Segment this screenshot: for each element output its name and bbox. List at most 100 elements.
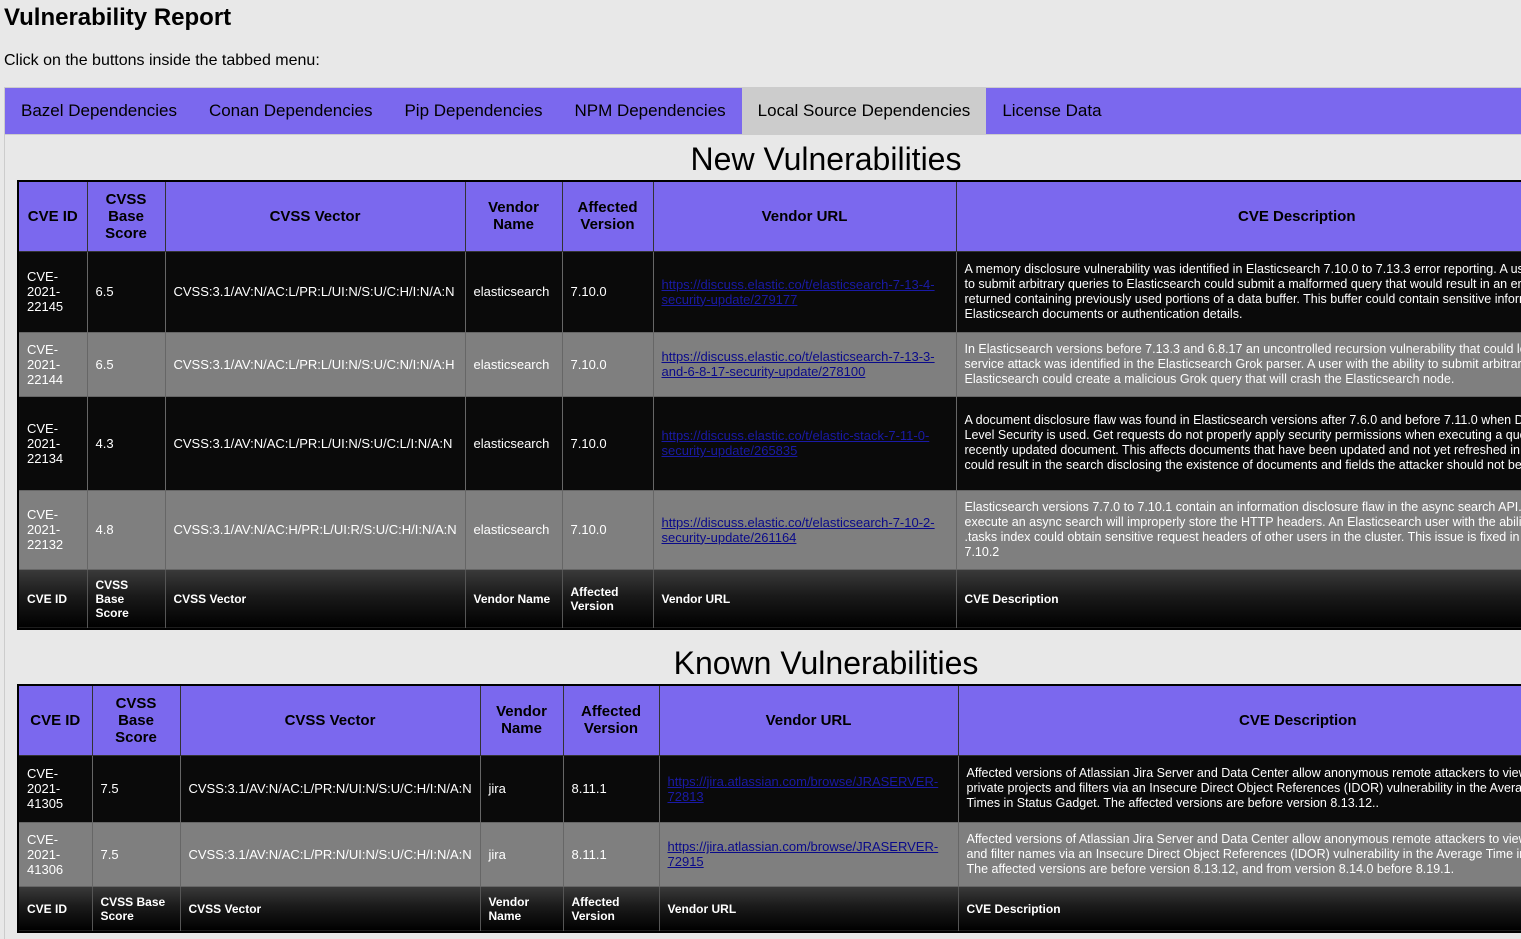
tab-local-source-dependencies[interactable]: Local Source Dependencies [741, 88, 987, 134]
col-header-cvss-vector[interactable]: CVSS Vector [179, 684, 481, 756]
col-footer-affected-version: Affected Version [561, 568, 654, 630]
col-header-cvss-score[interactable]: CVSS Base Score [91, 684, 181, 756]
tab-bar: Bazel Dependencies Conan Dependencies Pi… [4, 87, 1521, 135]
vendor-url-link[interactable]: https://discuss.elastic.co/t/elasticsear… [662, 515, 935, 545]
col-footer-vendor-name: Vendor Name [464, 568, 563, 630]
cvss-vector-cell: CVSS:3.1/AV:N/AC:L/PR:N/UI:N/S:U/C:H/I:N… [179, 821, 481, 887]
affected-version-cell: 7.10.0 [561, 331, 654, 397]
cve-description-text: In Elasticsearch versions before 7.13.3 … [964, 341, 1521, 386]
table-header-row: CVE ID CVSS Base Score CVSS Vector Vendo… [17, 180, 1521, 252]
page-title: Vulnerability Report [4, 4, 232, 31]
cvss-vector-cell: CVSS:3.1/AV:N/AC:L/PR:L/UI:N/S:U/C:H/I:N… [164, 250, 466, 333]
cvss-score-cell: 7.5 [91, 821, 181, 887]
table-row: CVE-2021-22144 6.5 CVSS:3.1/AV:N/AC:L/PR… [17, 331, 1521, 397]
affected-version-cell: 7.10.0 [561, 395, 654, 491]
cve-description-text: A memory disclosure vulnerability was id… [964, 261, 1521, 321]
affected-version-cell: 7.10.0 [561, 489, 654, 570]
vendor-name-cell: jira [479, 754, 564, 823]
cve-id-cell: CVE-2021-22144 [17, 331, 88, 397]
cve-id-cell: CVE-2021-22134 [17, 395, 88, 491]
tab-license-data[interactable]: License Data [986, 88, 1117, 134]
col-footer-cve-id: CVE ID [17, 885, 93, 933]
cve-description-text: A document disclosure flaw was found in … [964, 413, 1521, 472]
col-header-cve-description[interactable]: CVE Description [957, 684, 1521, 756]
col-footer-cvss-vector: CVSS Vector [179, 885, 481, 933]
tab-npm-dependencies[interactable]: NPM Dependencies [558, 88, 741, 134]
known-vulnerabilities-title: Known Vulnerabilities [673, 645, 979, 681]
tab-pip-dependencies[interactable]: Pip Dependencies [388, 88, 558, 134]
tab-panel-local-source: New Vulnerabilities CVE ID CVSS Base Sco… [4, 135, 1521, 939]
col-header-cve-id[interactable]: CVE ID [17, 684, 93, 756]
new-vulnerabilities-table: CVE ID CVSS Base Score CVSS Vector Vendo… [17, 180, 1521, 630]
col-header-vendor-url[interactable]: Vendor URL [658, 684, 959, 756]
col-header-affected-version[interactable]: Affected Version [561, 180, 654, 252]
col-header-affected-version[interactable]: Affected Version [562, 684, 660, 756]
col-header-cve-id[interactable]: CVE ID [17, 180, 88, 252]
col-header-cvss-vector[interactable]: CVSS Vector [164, 180, 466, 252]
cve-id-cell: CVE-2021-22132 [17, 489, 88, 570]
cvss-score-cell: 6.5 [86, 331, 166, 397]
vendor-url-cell: https://discuss.elastic.co/t/elasticsear… [652, 331, 957, 397]
vendor-url-cell: https://discuss.elastic.co/t/elastic-sta… [652, 395, 957, 491]
vendor-name-cell: elasticsearch [464, 250, 563, 333]
col-footer-cvss-score: CVSS Base Score [86, 568, 166, 630]
col-header-vendor-name[interactable]: Vendor Name [464, 180, 563, 252]
cvss-score-cell: 7.5 [91, 754, 181, 823]
cve-description-cell: Elasticsearch versions 7.7.0 to 7.10.1 c… [955, 489, 1521, 570]
col-header-vendor-name[interactable]: Vendor Name [479, 684, 564, 756]
tab-bazel-dependencies[interactable]: Bazel Dependencies [5, 88, 193, 134]
col-footer-vendor-name: Vendor Name [479, 885, 564, 933]
vendor-url-link[interactable]: https://discuss.elastic.co/t/elasticsear… [662, 277, 935, 307]
cve-description-cell: Affected versions of Atlassian Jira Serv… [957, 821, 1521, 887]
intro-text: Click on the buttons inside the tabbed m… [4, 52, 320, 69]
table-row: CVE-2021-41305 7.5 CVSS:3.1/AV:N/AC:L/PR… [17, 754, 1521, 823]
col-footer-cve-description: CVE Description [957, 885, 1521, 933]
cve-description-text: Elasticsearch versions 7.7.0 to 7.10.1 c… [964, 499, 1521, 559]
table-footer-row: CVE ID CVSS Base Score CVSS Vector Vendo… [17, 568, 1521, 630]
vendor-url-cell: https://discuss.elastic.co/t/elasticsear… [652, 250, 957, 333]
vendor-url-link[interactable]: https://jira.atlassian.com/browse/JRASER… [668, 774, 939, 804]
cvss-vector-cell: CVSS:3.1/AV:N/AC:L/PR:L/UI:N/S:U/C:L/I:N… [164, 395, 466, 491]
table-row: CVE-2021-22134 4.3 CVSS:3.1/AV:N/AC:L/PR… [17, 395, 1521, 491]
col-footer-cvss-score: CVSS Base Score [91, 885, 181, 933]
vendor-url-link[interactable]: https://discuss.elastic.co/t/elastic-sta… [662, 428, 930, 458]
report-page: Vulnerability Report Click on the button… [0, 0, 1521, 939]
vendor-url-cell: https://discuss.elastic.co/t/elasticsear… [652, 489, 957, 570]
vendor-url-cell: https://jira.atlassian.com/browse/JRASER… [658, 754, 959, 823]
cvss-score-cell: 4.3 [86, 395, 166, 491]
cve-id-cell: CVE-2021-41305 [17, 754, 93, 823]
col-header-vendor-url[interactable]: Vendor URL [652, 180, 957, 252]
col-footer-cvss-vector: CVSS Vector [164, 568, 466, 630]
cvss-score-cell: 4.8 [86, 489, 166, 570]
cve-id-cell: CVE-2021-22145 [17, 250, 88, 333]
cve-description-text: Affected versions of Atlassian Jira Serv… [966, 766, 1521, 810]
cve-description-cell: A document disclosure flaw was found in … [955, 395, 1521, 491]
known-vulnerabilities-table: CVE ID CVSS Base Score CVSS Vector Vendo… [17, 684, 1521, 933]
tab-conan-dependencies[interactable]: Conan Dependencies [193, 88, 389, 134]
table-footer-row: CVE ID CVSS Base Score CVSS Vector Vendo… [17, 885, 1521, 933]
vendor-name-cell: elasticsearch [464, 395, 563, 491]
col-header-cve-description[interactable]: CVE Description [955, 180, 1521, 252]
col-header-cvss-score[interactable]: CVSS Base Score [86, 180, 166, 252]
new-vulnerabilities-title: New Vulnerabilities [690, 141, 962, 177]
vendor-url-cell: https://jira.atlassian.com/browse/JRASER… [658, 821, 959, 887]
cve-description-cell: Affected versions of Atlassian Jira Serv… [957, 754, 1521, 823]
table-row: CVE-2021-22132 4.8 CVSS:3.1/AV:N/AC:H/PR… [17, 489, 1521, 570]
vendor-name-cell: elasticsearch [464, 331, 563, 397]
cvss-vector-cell: CVSS:3.1/AV:N/AC:L/PR:L/UI:N/S:U/C:N/I:N… [164, 331, 466, 397]
cve-description-text: Affected versions of Atlassian Jira Serv… [966, 831, 1521, 876]
vendor-url-link[interactable]: https://jira.atlassian.com/browse/JRASER… [668, 839, 939, 869]
vendor-url-link[interactable]: https://discuss.elastic.co/t/elasticsear… [662, 349, 935, 379]
cve-id-cell: CVE-2021-41306 [17, 821, 93, 887]
col-footer-cve-id: CVE ID [17, 568, 88, 630]
table-row: CVE-2021-41306 7.5 CVSS:3.1/AV:N/AC:L/PR… [17, 821, 1521, 887]
cvss-score-cell: 6.5 [86, 250, 166, 333]
cve-description-cell: In Elasticsearch versions before 7.13.3 … [955, 331, 1521, 397]
col-footer-vendor-url: Vendor URL [658, 885, 959, 933]
affected-version-cell: 8.11.1 [562, 754, 660, 823]
cvss-vector-cell: CVSS:3.1/AV:N/AC:L/PR:N/UI:N/S:U/C:H/I:N… [179, 754, 481, 823]
col-footer-affected-version: Affected Version [562, 885, 660, 933]
affected-version-cell: 8.11.1 [562, 821, 660, 887]
affected-version-cell: 7.10.0 [561, 250, 654, 333]
cve-description-cell: A memory disclosure vulnerability was id… [955, 250, 1521, 333]
